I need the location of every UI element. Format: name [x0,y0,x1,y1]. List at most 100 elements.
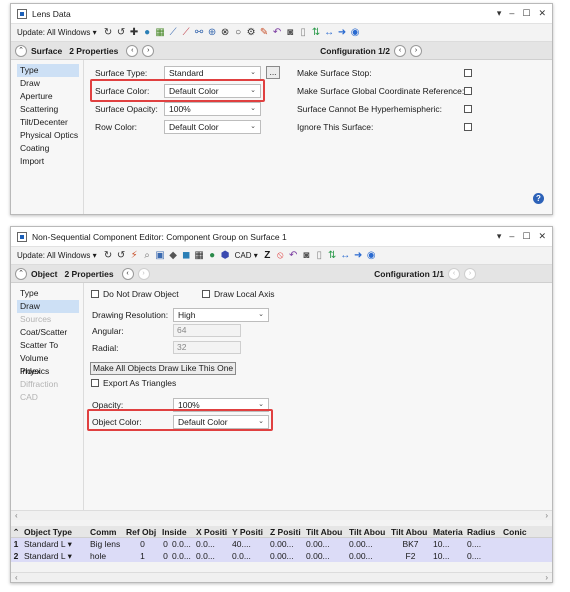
nav-item-scatter-to[interactable]: Scatter To [17,339,79,352]
table-cell[interactable]: 40.... [229,538,267,550]
table-cell[interactable]: F2 [388,550,430,562]
next-icon[interactable]: › [142,44,155,57]
scroll-right-icon[interactable]: › [545,573,548,583]
swap-icon[interactable]: ⇅ [311,27,322,39]
close-icon[interactable]: ✕ [538,231,546,242]
undo-icon[interactable]: ↶ [288,250,299,262]
surface-type-select[interactable]: Standard ⌄ [164,66,261,80]
nav-item-cad[interactable]: CAD [17,391,79,404]
export-triangles-checkbox[interactable] [91,379,99,387]
arrows-icon[interactable]: ↔ [324,27,335,39]
nav-item-volume-physics[interactable]: Volume Physics [17,352,79,376]
update-dropdown[interactable]: Update: All Windows ▾ [17,28,97,37]
draw-local-axis-checkbox[interactable] [202,290,210,298]
arrow-icon[interactable]: ➜ [337,27,348,39]
grid-icon[interactable]: ▦ [194,250,205,262]
nav-item-draw[interactable]: Draw [17,300,79,313]
column-header[interactable]: Tilt Abou [303,526,346,537]
arrow-icon[interactable]: ➜ [353,250,364,262]
sphere-icon[interactable]: ● [142,27,153,39]
table-cell[interactable]: 10... [430,550,464,562]
circle-icon[interactable]: ○ [233,27,244,39]
angular-field[interactable]: 64 [173,324,241,337]
table-cell[interactable]: BK7 [388,538,430,550]
ray2-icon[interactable]: ⟋ [181,27,192,39]
table-row[interactable]: 1 Standard L ▾ Big lens 0 0 0.0... 0.0..… [11,538,552,550]
nav-item-draw[interactable]: Draw [17,77,79,90]
hex-icon[interactable]: ⬢ [220,250,231,262]
column-header[interactable]: Y Positi [229,526,267,537]
radial-field[interactable]: 32 [173,341,241,354]
lens2-icon[interactable]: ⊕ [207,27,218,39]
table-cell[interactable]: 0 [123,538,159,550]
table-cell[interactable]: Standard L ▾ [21,550,87,562]
help-icon[interactable]: ? [533,193,544,204]
table-cell[interactable]: 0.0... [169,550,193,562]
column-header[interactable]: Conic [500,526,532,537]
column-header[interactable]: X Positi [193,526,229,537]
table-cell[interactable]: 0 [159,538,169,550]
surface-opacity-select[interactable]: 100% ⌄ [164,102,261,116]
horizontal-scrollbar[interactable]: ‹ › [11,510,552,520]
z-icon[interactable]: Z [262,250,273,262]
no-icon[interactable]: ⦸ [275,250,286,262]
scroll-left-icon[interactable]: ‹ [15,511,18,521]
dots-icon[interactable]: ● [207,250,218,262]
table-cell[interactable]: 0.00... [346,550,388,562]
table-cell[interactable]: 0.0... [193,538,229,550]
swap-icon[interactable]: ⇅ [327,250,338,262]
nav-item-sources[interactable]: Sources [17,313,79,326]
config-next-icon[interactable]: › [410,44,422,57]
doc-icon[interactable]: ▯ [298,27,309,39]
add-icon[interactable]: ✚ [129,27,140,39]
doc-icon[interactable]: ▯ [314,250,325,262]
nav-item-type[interactable]: Type [17,64,79,77]
minimize-icon[interactable]: – [509,8,514,19]
refresh-all-icon[interactable]: ↺ [116,250,127,262]
config-prev-icon[interactable]: ‹ [394,44,406,57]
toggle-icon[interactable]: ◙ [285,27,296,39]
toggle-icon[interactable]: ◙ [301,250,312,262]
ignore-checkbox[interactable] [464,123,472,131]
table-cell[interactable]: 10... [430,538,464,550]
table-cell[interactable]: Standard L ▾ [21,538,87,550]
config-prev-icon[interactable]: ‹ [448,267,460,280]
nav-item-type[interactable]: Type [17,287,79,300]
make-stop-checkbox[interactable] [464,69,472,77]
column-header[interactable]: Comm [87,526,123,537]
lens3-icon[interactable]: ⊗ [220,27,231,39]
undo-icon[interactable]: ↶ [272,27,283,39]
table-cell[interactable]: 1 [123,550,159,562]
refresh-icon[interactable]: ↻ [103,250,114,262]
column-header[interactable]: Materia [430,526,464,537]
global-ref-checkbox[interactable] [464,87,472,95]
next-icon[interactable]: › [137,267,150,280]
table-cell[interactable]: Big lens [87,538,123,550]
browse-button[interactable]: ... [266,66,280,79]
table-row[interactable]: 2 Standard L ▾ hole 1 0 0.0... 0.0... 0.… [11,550,552,562]
table-cell[interactable]: 0.... [464,550,496,562]
scroll-left-icon[interactable]: ‹ [15,573,18,583]
table-horizontal-scrollbar[interactable]: ‹ › [11,572,552,582]
prev-icon[interactable]: ‹ [121,267,134,280]
column-header[interactable]: Z Positi [267,526,303,537]
dropdown-icon[interactable]: ▾ [497,231,502,242]
nav-item-import[interactable]: Import [17,155,79,168]
help-icon[interactable]: ◉ [366,250,377,262]
ray-icon[interactable]: ⟋ [168,27,179,39]
nav-item-scattering[interactable]: Scattering [17,103,79,116]
update-dropdown[interactable]: Update: All Windows ▾ [17,251,97,260]
hyperhemi-checkbox[interactable] [464,105,472,113]
minimize-icon[interactable]: – [509,231,514,242]
cad-dropdown[interactable]: CAD ▾ [235,251,258,260]
nav-item-coating[interactable]: Coating [17,142,79,155]
pencil-icon[interactable]: ✎ [259,27,270,39]
table-cell[interactable]: 0 [159,550,169,562]
column-header[interactable]: Inside [159,526,193,537]
help-icon[interactable]: ◉ [350,27,361,39]
maximize-icon[interactable]: ☐ [522,8,530,19]
layout-icon[interactable]: ⚡ [129,250,140,262]
table-cell[interactable]: 0.00... [303,550,346,562]
table-cell[interactable]: 0.00... [303,538,346,550]
nav-item-tilt-decenter[interactable]: Tilt/Decenter [17,116,79,129]
